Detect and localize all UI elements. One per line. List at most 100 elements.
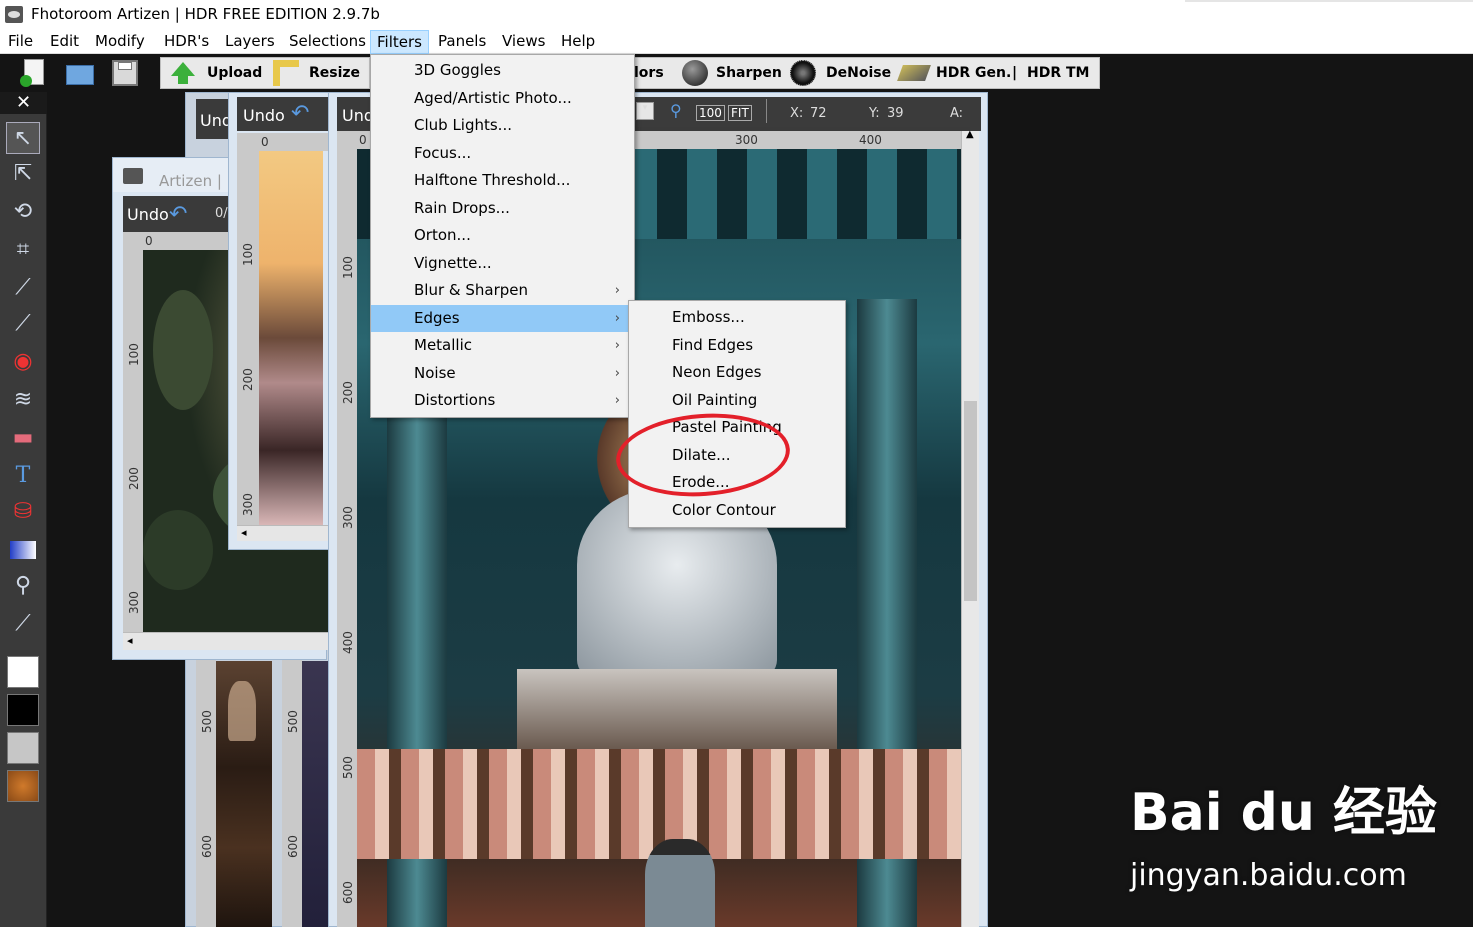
- ruler-icon: [273, 60, 299, 86]
- window-1-vruler: 100 200 300: [123, 250, 143, 632]
- window-title: Fhotoroom Artizen | HDR FREE EDITION 2.9…: [31, 5, 380, 23]
- filters-menu-item[interactable]: Rain Drops...: [371, 195, 634, 222]
- filters-menu-item[interactable]: Metallic ›: [371, 332, 634, 359]
- scroll-up-icon[interactable]: ▲: [966, 129, 974, 140]
- filters-menu-item[interactable]: Aged/Artistic Photo...: [371, 85, 634, 112]
- edges-menu-item[interactable]: Oil Painting: [629, 387, 845, 414]
- crop-tool-icon[interactable]: ⌗: [6, 234, 40, 266]
- ruler-label: 500: [200, 710, 214, 733]
- edges-menu-item[interactable]: Emboss...: [629, 304, 845, 331]
- title-strip: [1185, 0, 1473, 2]
- menu-hdrs[interactable]: HDR's: [158, 30, 215, 54]
- filters-menu-item[interactable]: Club Lights...: [371, 112, 634, 139]
- filters-menu-item[interactable]: 3D Goggles: [371, 57, 634, 84]
- ruler-label: 400: [859, 133, 882, 147]
- filters-dropdown: 3D Goggles Aged/Artistic Photo... Club Lig…: [370, 54, 635, 418]
- text-tool-icon[interactable]: T: [6, 460, 40, 492]
- ruler-label: 0: [145, 234, 153, 248]
- upload-arrow-icon: [171, 62, 195, 76]
- smudge-tool-icon[interactable]: ≋: [6, 384, 40, 416]
- image-window-2[interactable]: Undo ↶ 0 100 200 300 ◂: [228, 92, 333, 550]
- gradient-tool-icon[interactable]: [6, 534, 40, 566]
- gray-swatch[interactable]: [7, 732, 39, 764]
- window-1-zoom: 0/: [215, 206, 228, 221]
- eraser-tool-icon[interactable]: ▬: [6, 422, 40, 454]
- menu-file[interactable]: File: [2, 30, 39, 54]
- zoom-fit-button[interactable]: FIT: [728, 105, 752, 121]
- scroll-left-icon[interactable]: ◂: [241, 526, 247, 539]
- filters-menu-item[interactable]: Noise ›: [371, 360, 634, 387]
- vscroll-thumb[interactable]: [964, 401, 977, 601]
- move-add-tool-icon[interactable]: ⇱: [6, 158, 40, 190]
- new-file-icon[interactable]: [16, 57, 50, 89]
- menu-layers[interactable]: Layers: [219, 30, 281, 54]
- filters-menu-item[interactable]: Blur & Sharpen ›: [371, 277, 634, 304]
- texture-swatch[interactable]: [7, 770, 39, 802]
- denoise-sphere-icon: [790, 60, 816, 86]
- window-2-hscrollbar[interactable]: ◂: [237, 525, 333, 541]
- title-bar: Fhotoroom Artizen | HDR FREE EDITION 2.9…: [0, 0, 1473, 30]
- coords-bar: ▾ ⚲ 100 FIT X: 72 Y: 39 A:: [636, 97, 970, 127]
- filters-menu-item-label: Club Lights...: [414, 116, 512, 134]
- edges-menu-item[interactable]: Color Contour: [629, 497, 845, 524]
- ruler-label: 0: [261, 135, 269, 149]
- paint-bucket-tool-icon[interactable]: ⛁: [6, 496, 40, 528]
- menu-edit[interactable]: Edit: [44, 30, 85, 54]
- color-picker-tool-icon[interactable]: ⟋: [6, 608, 40, 640]
- view-toggle-icon[interactable]: ▾: [636, 102, 654, 120]
- edges-menu-item-label: Find Edges: [672, 335, 754, 354]
- background-color-swatch[interactable]: [7, 694, 39, 726]
- scroll-left-icon[interactable]: ◂: [127, 634, 133, 647]
- red-brush-tool-icon[interactable]: ⟋: [6, 308, 40, 340]
- coords-divider: [766, 99, 767, 123]
- sharpen-label: Sharpen: [716, 65, 782, 81]
- edges-menu-item-label: Neon Edges: [672, 363, 762, 381]
- window-0-photo: [216, 661, 272, 927]
- filters-menu-item-label: Focus...: [414, 143, 472, 162]
- menu-panels[interactable]: Panels: [432, 30, 492, 54]
- window-0b-vruler: 500 600: [282, 653, 302, 927]
- edges-menu-item[interactable]: Find Edges: [629, 332, 845, 359]
- zoom-magnifier-icon[interactable]: ⚲: [670, 101, 682, 120]
- menu-filters[interactable]: Filters: [370, 30, 429, 54]
- filters-menu-item[interactable]: Orton...: [371, 222, 634, 249]
- foreground-color-swatch[interactable]: [7, 656, 39, 688]
- window-2-undo-icon[interactable]: ↶: [291, 101, 309, 126]
- window-1-undo[interactable]: Undo: [127, 205, 169, 224]
- submenu-chevron-icon: ›: [614, 393, 620, 408]
- ruler-label: 600: [341, 881, 355, 904]
- save-disk-icon[interactable]: [110, 58, 140, 88]
- ruler-label: 100: [241, 243, 255, 266]
- filters-menu-item[interactable]: Focus...: [371, 140, 634, 167]
- ruler-label: 200: [241, 368, 255, 391]
- edges-menu-item[interactable]: Neon Edges: [629, 359, 845, 386]
- close-icon[interactable]: ✕: [0, 92, 47, 114]
- filters-menu-item-label: Edges: [414, 308, 460, 327]
- filters-menu-item[interactable]: Distortions ›: [371, 387, 634, 414]
- filters-menu-item-label: 3D Goggles: [414, 61, 501, 79]
- brush-tool-icon[interactable]: ⟋: [6, 272, 40, 304]
- filters-menu-item[interactable]: Edges ›: [371, 304, 634, 332]
- y-value: 39: [887, 106, 904, 121]
- window-1-undo-icon[interactable]: ↶: [169, 202, 187, 227]
- lasso-tool-icon[interactable]: ⟲: [6, 196, 40, 228]
- filters-menu-item-label: Noise: [414, 363, 456, 382]
- colors-button[interactable]: lors: [634, 58, 664, 88]
- filters-menu-item[interactable]: Vignette...: [371, 250, 634, 277]
- menu-selections[interactable]: Selections: [283, 30, 372, 54]
- pointer-tool-icon[interactable]: ↖: [6, 122, 40, 154]
- zoom-100-button[interactable]: 100: [696, 105, 725, 121]
- filters-menu-item[interactable]: Halftone Threshold...: [371, 167, 634, 194]
- hdr-tm-button[interactable]: HDR TM: [1027, 58, 1089, 88]
- window-2-undo[interactable]: Undo: [243, 106, 285, 125]
- zoom-tool-icon[interactable]: ⚲: [6, 570, 40, 602]
- red-eye-tool-icon[interactable]: ◉: [6, 346, 40, 378]
- window-2-vruler: 100 200 300: [237, 151, 259, 525]
- window-main-vscrollbar[interactable]: ▲: [961, 129, 979, 927]
- open-folder-icon[interactable]: [64, 59, 96, 87]
- window-1-hscrollbar[interactable]: ◂: [123, 632, 328, 650]
- menu-modify[interactable]: Modify: [89, 30, 151, 54]
- ruler-label: 400: [341, 631, 355, 654]
- menu-views[interactable]: Views: [496, 30, 551, 54]
- menu-help[interactable]: Help: [555, 30, 601, 54]
